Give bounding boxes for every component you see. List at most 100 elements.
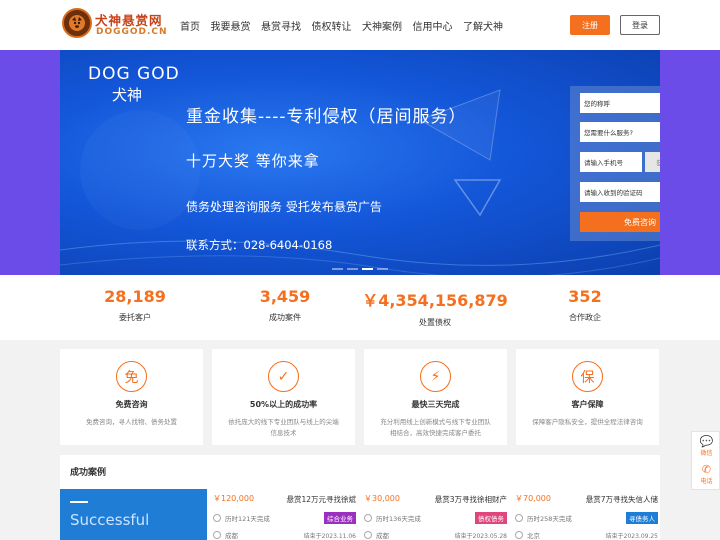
slide-dot[interactable]: [332, 268, 343, 270]
wechat-label: 微信: [700, 450, 713, 457]
feature-title: 50%以上的成功率: [249, 400, 318, 409]
clock-icon: [213, 514, 221, 522]
case-tag: 综合业务: [324, 512, 356, 524]
nav-credit-center[interactable]: 信用中心: [413, 18, 453, 33]
service-select[interactable]: 您需要什么服务? ▼: [580, 122, 660, 142]
case-duration: 历时136天完成: [364, 513, 421, 523]
slide-dot[interactable]: [377, 268, 388, 270]
feature-card-free[interactable]: 免 免费咨询 免费咨询，寻人找物、债务处置: [60, 349, 203, 445]
banner-contact: 联系方式：028-6404-0168: [186, 238, 333, 252]
name-input[interactable]: 您的称呼: [580, 93, 660, 113]
case-duration: 历时258天完成: [515, 513, 572, 523]
case-location: 成都: [213, 530, 238, 540]
checkmark-icon: ✓: [268, 361, 299, 392]
phone-input[interactable]: 请输入手机号: [580, 152, 642, 172]
stat-value: 352: [568, 287, 602, 306]
case-duration-text: 历时136天完成: [376, 515, 421, 523]
stat-cases: 3,459 成功案件: [210, 287, 360, 323]
case-location: 成都: [364, 530, 389, 540]
dog-logo-icon: [62, 8, 92, 38]
site-header: 犬神悬赏网 DOGGOD.CN 首页 我要悬赏 悬赏寻找 债权转让 犬神案例 信…: [0, 0, 720, 50]
banner-headline: 重金收集----专利侵权（居间服务）: [186, 107, 467, 127]
stat-label: 合作政企: [569, 313, 601, 322]
case-location-text: 北京: [527, 532, 540, 540]
banner-services: 债务处理咨询服务 受托发布悬赏广告: [186, 200, 382, 214]
free-consult-button[interactable]: 免费咨询: [580, 212, 660, 232]
consult-form: 您的称呼 您需要什么服务? ▼ 请输入手机号 获取验证码 请输入收到的验证码 免…: [570, 86, 660, 241]
free-icon: 免: [116, 361, 147, 392]
code-input[interactable]: 请输入收到的验证码: [580, 182, 660, 202]
get-code-button[interactable]: 获取验证码: [645, 152, 660, 172]
stats-bar: 28,189 委托客户 3,459 成功案件 ￥4,354,156,879 处置…: [0, 275, 720, 340]
banner-brand-en: DOG GOD: [88, 64, 180, 84]
stat-value: 3,459: [259, 287, 311, 306]
case-price: ￥30,000: [364, 494, 400, 503]
nav-bounty-search[interactable]: 悬赏寻找: [261, 18, 301, 33]
case-card[interactable]: ￥70,000 悬赏7万寻找失信人储 历时258天完成 寻债务人 北京 结束于2…: [512, 489, 660, 540]
nav-cases[interactable]: 犬神案例: [362, 18, 402, 33]
register-button[interactable]: 注册: [570, 15, 610, 35]
lightning-icon: ⚡: [420, 361, 451, 392]
promo-divider: [70, 501, 88, 503]
case-card[interactable]: ￥30,000 悬赏3万寻找徐相财产 历时136天完成 债权债务 成都 结束于2…: [361, 489, 509, 540]
feature-title: 最快三天完成: [411, 400, 460, 409]
slide-dot-active[interactable]: [362, 268, 373, 270]
stat-debts: ￥4,354,156,879 处置债权: [360, 287, 510, 328]
case-duration-text: 历时121天完成: [225, 515, 270, 523]
main-nav: 首页 我要悬赏 悬赏寻找 债权转让 犬神案例 信用中心 了解犬神: [180, 18, 514, 33]
nav-home[interactable]: 首页: [180, 18, 200, 33]
stat-label: 处置债权: [419, 318, 451, 327]
case-location: 北京: [515, 530, 540, 540]
banner-background: DOG GOD 犬神 重金收集----专利侵权（居间服务） 十万大奖 等你来拿 …: [0, 50, 720, 275]
case-name: 悬赏7万寻找失信人储: [585, 495, 658, 504]
nav-debt-transfer[interactable]: 债权转让: [312, 18, 352, 33]
phone-label: 电话: [700, 478, 713, 485]
stat-value: 28,189: [104, 287, 166, 306]
location-icon: [364, 531, 372, 539]
location-icon: [515, 531, 523, 539]
case-tag: 债权债务: [475, 512, 507, 524]
case-name: 悬赏12万元寻找徐斌: [286, 495, 356, 504]
stat-label: 成功案件: [269, 313, 301, 322]
banner-slide[interactable]: DOG GOD 犬神 重金收集----专利侵权（居间服务） 十万大奖 等你来拿 …: [60, 50, 660, 275]
case-tag: 寻债务人: [626, 512, 658, 524]
slide-indicators: [332, 268, 392, 270]
banner-prize: 十万大奖 等你来拿: [186, 152, 320, 170]
feature-desc: 免费咨询，寻人找物、债务处置: [86, 418, 177, 426]
site-logo[interactable]: 犬神悬赏网 DOGGOD.CN: [62, 8, 167, 42]
clock-icon: [364, 514, 372, 522]
login-button[interactable]: 登录: [620, 15, 660, 35]
promo-text: Successful: [70, 511, 150, 529]
case-end-date: 结束于2023.09.25: [605, 533, 658, 540]
service-select-label: 您需要什么服务?: [584, 129, 633, 137]
section-title: 成功案例: [70, 468, 107, 478]
stat-partners: 352 合作政企: [510, 287, 660, 323]
stat-label: 委托客户: [119, 313, 151, 322]
wechat-contact[interactable]: 💬 微信: [692, 435, 720, 457]
feature-desc: 依托庞大的线下专业团队与线上的尖端信息技术: [228, 418, 339, 437]
nav-post-bounty[interactable]: 我要悬赏: [211, 18, 251, 33]
floating-contact-bar: 💬 微信 ✆ 电话: [691, 431, 720, 490]
guarantee-icon: 保: [572, 361, 603, 392]
case-location-text: 成都: [376, 532, 389, 540]
feature-desc: 保障客户隐私安全，提供全程法律咨询: [532, 418, 643, 426]
nav-about[interactable]: 了解犬神: [463, 18, 503, 33]
feature-card-guarantee[interactable]: 保 客户保障 保障客户隐私安全，提供全程法律咨询: [516, 349, 659, 445]
case-name: 悬赏3万寻找徐相财产: [434, 495, 507, 504]
case-duration-text: 历时258天完成: [527, 515, 572, 523]
feature-card-success-rate[interactable]: ✓ 50%以上的成功率 依托庞大的线下专业团队与线上的尖端信息技术: [212, 349, 355, 445]
case-end-date: 结束于2023.05.28: [454, 533, 507, 540]
slide-dot[interactable]: [347, 268, 358, 270]
feature-desc: 充分利用线上创新模式与线下专业团队相结合，高效快捷完成客户委托: [380, 418, 491, 437]
stat-value: ￥4,354,156,879: [362, 291, 508, 310]
case-price: ￥70,000: [515, 494, 551, 503]
case-price: ￥120,000: [213, 494, 255, 503]
case-card[interactable]: ￥120,000 悬赏12万元寻找徐斌 历时121天完成 综合业务 成都 结束于…: [210, 489, 358, 540]
stat-clients: 28,189 委托客户: [60, 287, 210, 323]
clock-icon: [515, 514, 523, 522]
phone-contact[interactable]: ✆ 电话: [692, 463, 720, 485]
wechat-icon: 💬: [699, 435, 714, 448]
banner-brand-cn: 犬神: [112, 86, 143, 104]
feature-card-fast[interactable]: ⚡ 最快三天完成 充分利用线上创新模式与线下专业团队相结合，高效快捷完成客户委托: [364, 349, 507, 445]
feature-title: 客户保障: [571, 400, 604, 409]
